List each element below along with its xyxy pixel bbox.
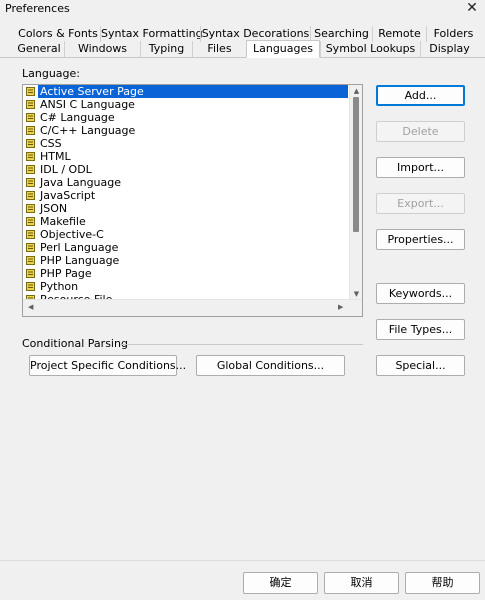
special-button[interactable]: Special... <box>376 355 465 376</box>
list-item-label: C/C++ Language <box>40 124 136 137</box>
list-item[interactable]: IDL / ODL <box>23 163 349 176</box>
language-label: Language: <box>22 67 80 80</box>
tab-display[interactable]: Display <box>420 41 478 57</box>
list-item-label: Python <box>40 280 79 293</box>
list-item-label: Makefile <box>40 215 86 228</box>
export-button[interactable]: Export... <box>376 193 465 214</box>
list-item[interactable]: HTML <box>23 150 349 163</box>
window-title: Preferences <box>5 2 70 15</box>
file-types-button[interactable]: File Types... <box>376 319 465 340</box>
close-icon[interactable]: ✕ <box>465 0 479 16</box>
global-conditions-button[interactable]: Global Conditions... <box>196 355 345 376</box>
import-button[interactable]: Import... <box>376 157 465 178</box>
list-item[interactable]: Objective-C <box>23 228 349 241</box>
ok-button[interactable]: 确定 <box>243 572 318 594</box>
list-item-label: PHP Language <box>40 254 120 267</box>
list-item[interactable]: PHP Page <box>23 267 349 280</box>
scroll-down-icon[interactable]: ▼ <box>350 290 362 298</box>
language-file-icon <box>26 191 35 200</box>
list-item-label: Java Language <box>40 176 122 189</box>
list-item[interactable]: Perl Language <box>23 241 349 254</box>
tab-row-2: General Windows Typing Files Languages S… <box>0 40 485 58</box>
language-file-icon <box>26 165 35 174</box>
list-item-label: JavaScript <box>40 189 96 202</box>
scroll-right-icon[interactable]: ▶ <box>338 303 343 311</box>
list-item[interactable]: JavaScript <box>23 189 349 202</box>
list-item-label: ANSI C Language <box>40 98 135 111</box>
language-list-items: Active Server Page ANSI C Language C# Lang… <box>23 85 349 300</box>
help-button[interactable]: 帮助 <box>405 572 480 594</box>
language-file-icon <box>26 243 35 252</box>
language-file-icon <box>26 230 35 239</box>
project-conditions-button[interactable]: Project Specific Conditions... <box>29 355 186 376</box>
language-file-icon <box>26 217 35 226</box>
list-item-label: C# Language <box>40 111 115 124</box>
language-file-icon <box>26 282 35 291</box>
tab-folders[interactable]: Folders <box>426 26 480 42</box>
tab-files[interactable]: Files <box>192 41 246 57</box>
list-item[interactable]: Python <box>23 280 349 293</box>
delete-button[interactable]: Delete <box>376 121 465 142</box>
scroll-left-icon[interactable]: ◀ <box>28 303 33 311</box>
list-item-label: Objective-C <box>40 228 104 241</box>
language-list[interactable]: Active Server Page ANSI C Language C# Lang… <box>22 84 363 317</box>
language-file-icon <box>26 113 35 122</box>
scroll-up-icon[interactable]: ▲ <box>350 87 362 95</box>
list-item-label: PHP Page <box>40 267 92 280</box>
tab-colors-fonts[interactable]: Colors & Fonts <box>16 26 100 42</box>
tab-windows[interactable]: Windows <box>64 41 140 57</box>
language-file-icon <box>26 256 35 265</box>
vertical-scrollbar[interactable]: ▲ ▼ <box>349 85 362 300</box>
list-item-label: CSS <box>40 137 62 150</box>
list-item[interactable]: C# Language <box>23 111 349 124</box>
list-item[interactable]: JSON <box>23 202 349 215</box>
language-file-icon <box>26 204 35 213</box>
tab-symbol-lookups[interactable]: Symbol Lookups <box>320 41 420 57</box>
list-item-label: HTML <box>40 150 71 163</box>
cancel-button[interactable]: 取消 <box>324 572 399 594</box>
list-item[interactable]: Active Server Page <box>23 85 349 98</box>
language-file-icon <box>26 178 35 187</box>
list-item-label: IDL / ODL <box>40 163 92 176</box>
list-item-label: JSON <box>40 202 68 215</box>
language-file-icon <box>26 139 35 148</box>
scrollbar-thumb[interactable] <box>353 97 359 232</box>
tab-typing[interactable]: Typing <box>140 41 192 57</box>
tab-general[interactable]: General <box>14 41 64 57</box>
list-item[interactable]: PHP Language <box>23 254 349 267</box>
list-item-label: Perl Language <box>40 241 119 254</box>
language-file-icon <box>26 87 35 96</box>
keywords-button[interactable]: Keywords... <box>376 283 465 304</box>
title-bar: Preferences ✕ <box>0 0 485 18</box>
list-item[interactable]: CSS <box>23 137 349 150</box>
tab-remote[interactable]: Remote <box>372 26 426 42</box>
language-file-icon <box>26 269 35 278</box>
language-file-icon <box>26 152 35 161</box>
add-button[interactable]: Add... <box>376 85 465 106</box>
list-item[interactable]: Java Language <box>23 176 349 189</box>
list-item-label: Active Server Page <box>38 85 348 98</box>
list-item[interactable]: Makefile <box>23 215 349 228</box>
list-item[interactable]: ANSI C Language <box>23 98 349 111</box>
horizontal-scrollbar[interactable]: ◀ ▶ <box>23 299 362 316</box>
properties-button[interactable]: Properties... <box>376 229 465 250</box>
list-item[interactable]: C/C++ Language <box>23 124 349 137</box>
section-divider <box>120 344 363 345</box>
tab-syntax-formatting[interactable]: Syntax Formatting <box>100 26 203 42</box>
language-file-icon <box>26 126 35 135</box>
dialog-footer: 确定 取消 帮助 <box>0 560 485 600</box>
conditional-parsing-label: Conditional Parsing <box>22 337 128 350</box>
tab-languages[interactable]: Languages <box>246 40 320 58</box>
language-file-icon <box>26 100 35 109</box>
